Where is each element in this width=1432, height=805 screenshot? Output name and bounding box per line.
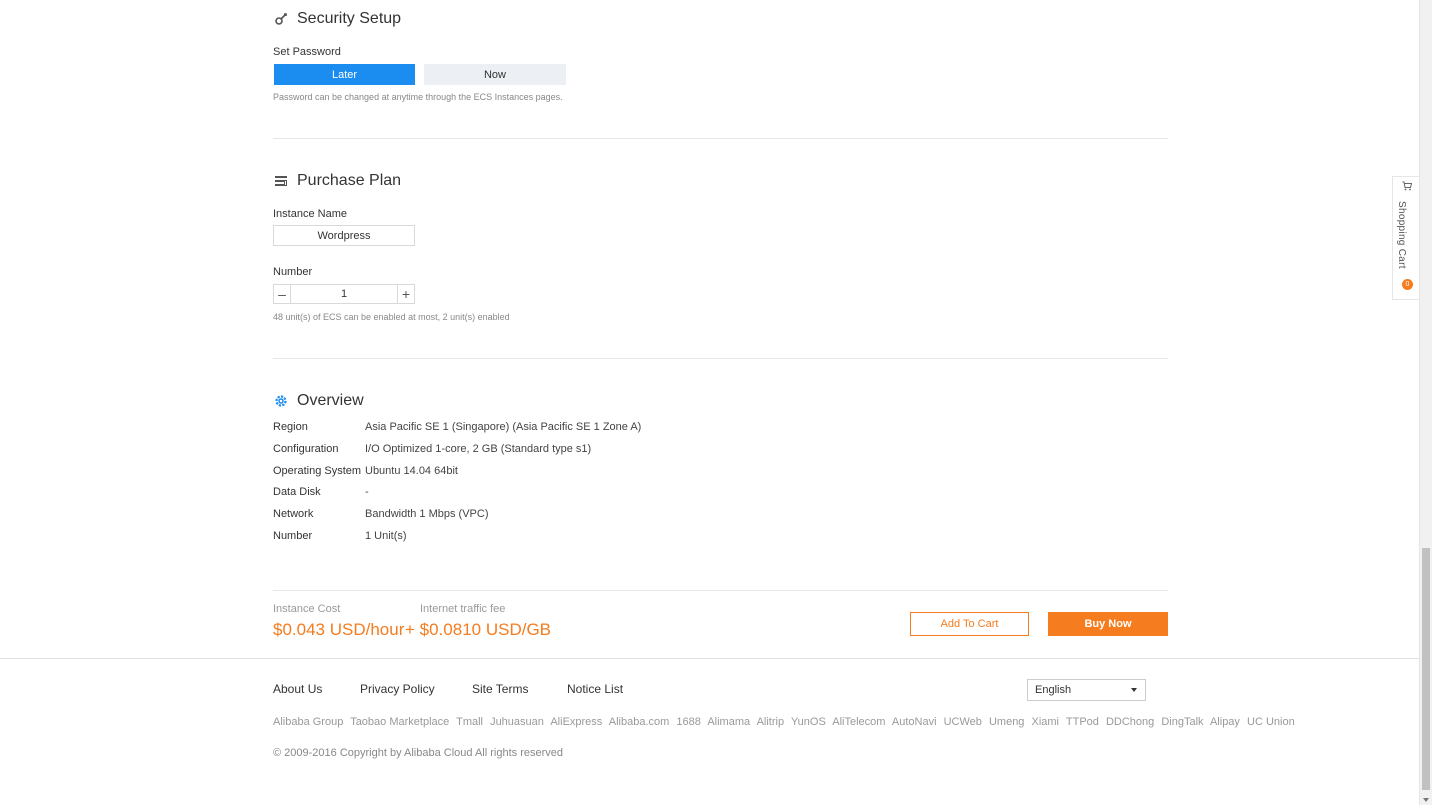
footer-link-privacy[interactable]: Privacy Policy	[360, 682, 435, 696]
password-later-button[interactable]: Later	[274, 64, 415, 85]
overview-value: Ubuntu 14.04 64bit	[365, 465, 458, 477]
footer-link-notice[interactable]: Notice List	[567, 682, 623, 696]
section-divider	[273, 138, 1168, 139]
partner-link[interactable]: Alibaba.com	[609, 716, 670, 728]
section-divider	[273, 590, 1168, 591]
partner-link[interactable]: DingTalk	[1161, 716, 1203, 728]
cart-icon	[1402, 181, 1413, 194]
overview-row-region: Region Asia Pacific SE 1 (Singapore) (As…	[273, 421, 641, 433]
partner-link[interactable]: UC Union	[1247, 716, 1295, 728]
section-divider	[273, 358, 1168, 359]
instance-name-label: Instance Name	[273, 208, 347, 220]
number-label: Number	[273, 266, 313, 278]
password-hint: Password can be changed at anytime throu…	[273, 92, 563, 102]
chevron-down-icon	[1131, 688, 1137, 692]
partner-link[interactable]: Alitrip	[757, 716, 785, 728]
cart-count-badge: 0	[1402, 279, 1413, 290]
instance-name-input[interactable]: Wordpress	[273, 225, 415, 246]
partner-link[interactable]: Alipay	[1210, 716, 1240, 728]
copyright-text: © 2009-2016 Copyright by Alibaba Cloud A…	[273, 747, 563, 759]
instance-cost-value: $0.043 USD/hour	[273, 620, 405, 639]
instance-cost-label: Instance Cost	[273, 603, 341, 615]
partner-link[interactable]: Umeng	[989, 716, 1024, 728]
partner-link[interactable]: YunOS	[791, 716, 826, 728]
partner-link[interactable]: Taobao Marketplace	[350, 716, 449, 728]
decrease-button[interactable]: –	[273, 284, 291, 304]
overview-key: Region	[273, 421, 308, 433]
partner-link[interactable]: TTPod	[1066, 716, 1099, 728]
key-icon	[273, 11, 289, 27]
language-value: English	[1035, 684, 1072, 696]
partner-link[interactable]: AutoNavi	[892, 716, 937, 728]
overview-heading: Overview	[273, 392, 364, 410]
overview-key: Data Disk	[273, 486, 321, 498]
partner-link[interactable]: DDChong	[1106, 716, 1154, 728]
purchase-plan-title: Purchase Plan	[297, 172, 402, 189]
partner-link[interactable]: Xiami	[1032, 716, 1060, 728]
overview-title: Overview	[297, 392, 364, 409]
footer-link-about[interactable]: About Us	[273, 682, 322, 696]
gear-icon	[273, 393, 289, 409]
overview-value: Bandwidth 1 Mbps (VPC)	[365, 508, 489, 520]
traffic-fee-value: + $0.0810 USD/GB	[405, 620, 552, 639]
overview-row-network: Network Bandwidth 1 Mbps (VPC)	[273, 508, 489, 520]
buy-now-button[interactable]: Buy Now	[1048, 612, 1168, 636]
overview-value: Asia Pacific SE 1 (Singapore) (Asia Paci…	[365, 421, 642, 433]
partner-link[interactable]: AliTelecom	[832, 716, 885, 728]
partner-links: Alibaba Group Taobao Marketplace Tmall J…	[273, 716, 1299, 728]
partner-link[interactable]: Juhuasuan	[490, 716, 544, 728]
page-scrollbar[interactable]	[1419, 0, 1432, 805]
scroll-down-icon[interactable]	[1423, 798, 1429, 802]
shopping-cart-label: Shopping Cart	[1396, 201, 1407, 269]
partner-link[interactable]: AliExpress	[550, 716, 602, 728]
scrollbar-thumb[interactable]	[1422, 548, 1430, 790]
footer-link-terms[interactable]: Site Terms	[472, 682, 528, 696]
overview-key: Operating System	[273, 465, 362, 477]
overview-value: -	[365, 486, 369, 498]
quantity-input[interactable]: 1	[290, 284, 398, 304]
security-setup-heading: Security Setup	[273, 10, 401, 28]
overview-row-data-disk: Data Disk -	[273, 486, 369, 498]
partner-link[interactable]: UCWeb	[944, 716, 982, 728]
traffic-fee-label: Internet traffic fee	[420, 603, 506, 615]
overview-value: I/O Optimized 1-core, 2 GB (Standard typ…	[365, 443, 592, 455]
quantity-hint: 48 unit(s) of ECS can be enabled at most…	[273, 312, 510, 322]
overview-value: 1 Unit(s)	[365, 530, 407, 542]
overview-row-configuration: Configuration I/O Optimized 1-core, 2 GB…	[273, 443, 591, 455]
footer-divider	[0, 658, 1419, 659]
shopping-cart-tab[interactable]: Shopping Cart 0	[1392, 176, 1420, 300]
partner-link[interactable]: 1688	[676, 716, 700, 728]
overview-key: Number	[273, 530, 313, 542]
set-password-label: Set Password	[273, 46, 341, 58]
password-now-button[interactable]: Now	[424, 64, 566, 85]
partner-link[interactable]: Tmall	[456, 716, 483, 728]
list-icon	[273, 173, 289, 189]
purchase-plan-heading: Purchase Plan	[273, 172, 401, 190]
overview-row-number: Number 1 Unit(s)	[273, 530, 407, 542]
partner-link[interactable]: Alibaba Group	[273, 716, 343, 728]
security-setup-title: Security Setup	[297, 10, 402, 27]
language-select[interactable]: English	[1027, 679, 1146, 701]
increase-button[interactable]: +	[397, 284, 415, 304]
add-to-cart-button[interactable]: Add To Cart	[910, 612, 1029, 636]
overview-row-os: Operating System Ubuntu 14.04 64bit	[273, 465, 458, 477]
overview-key: Configuration	[273, 443, 339, 455]
partner-link[interactable]: Alimama	[707, 716, 750, 728]
overview-key: Network	[273, 508, 314, 520]
